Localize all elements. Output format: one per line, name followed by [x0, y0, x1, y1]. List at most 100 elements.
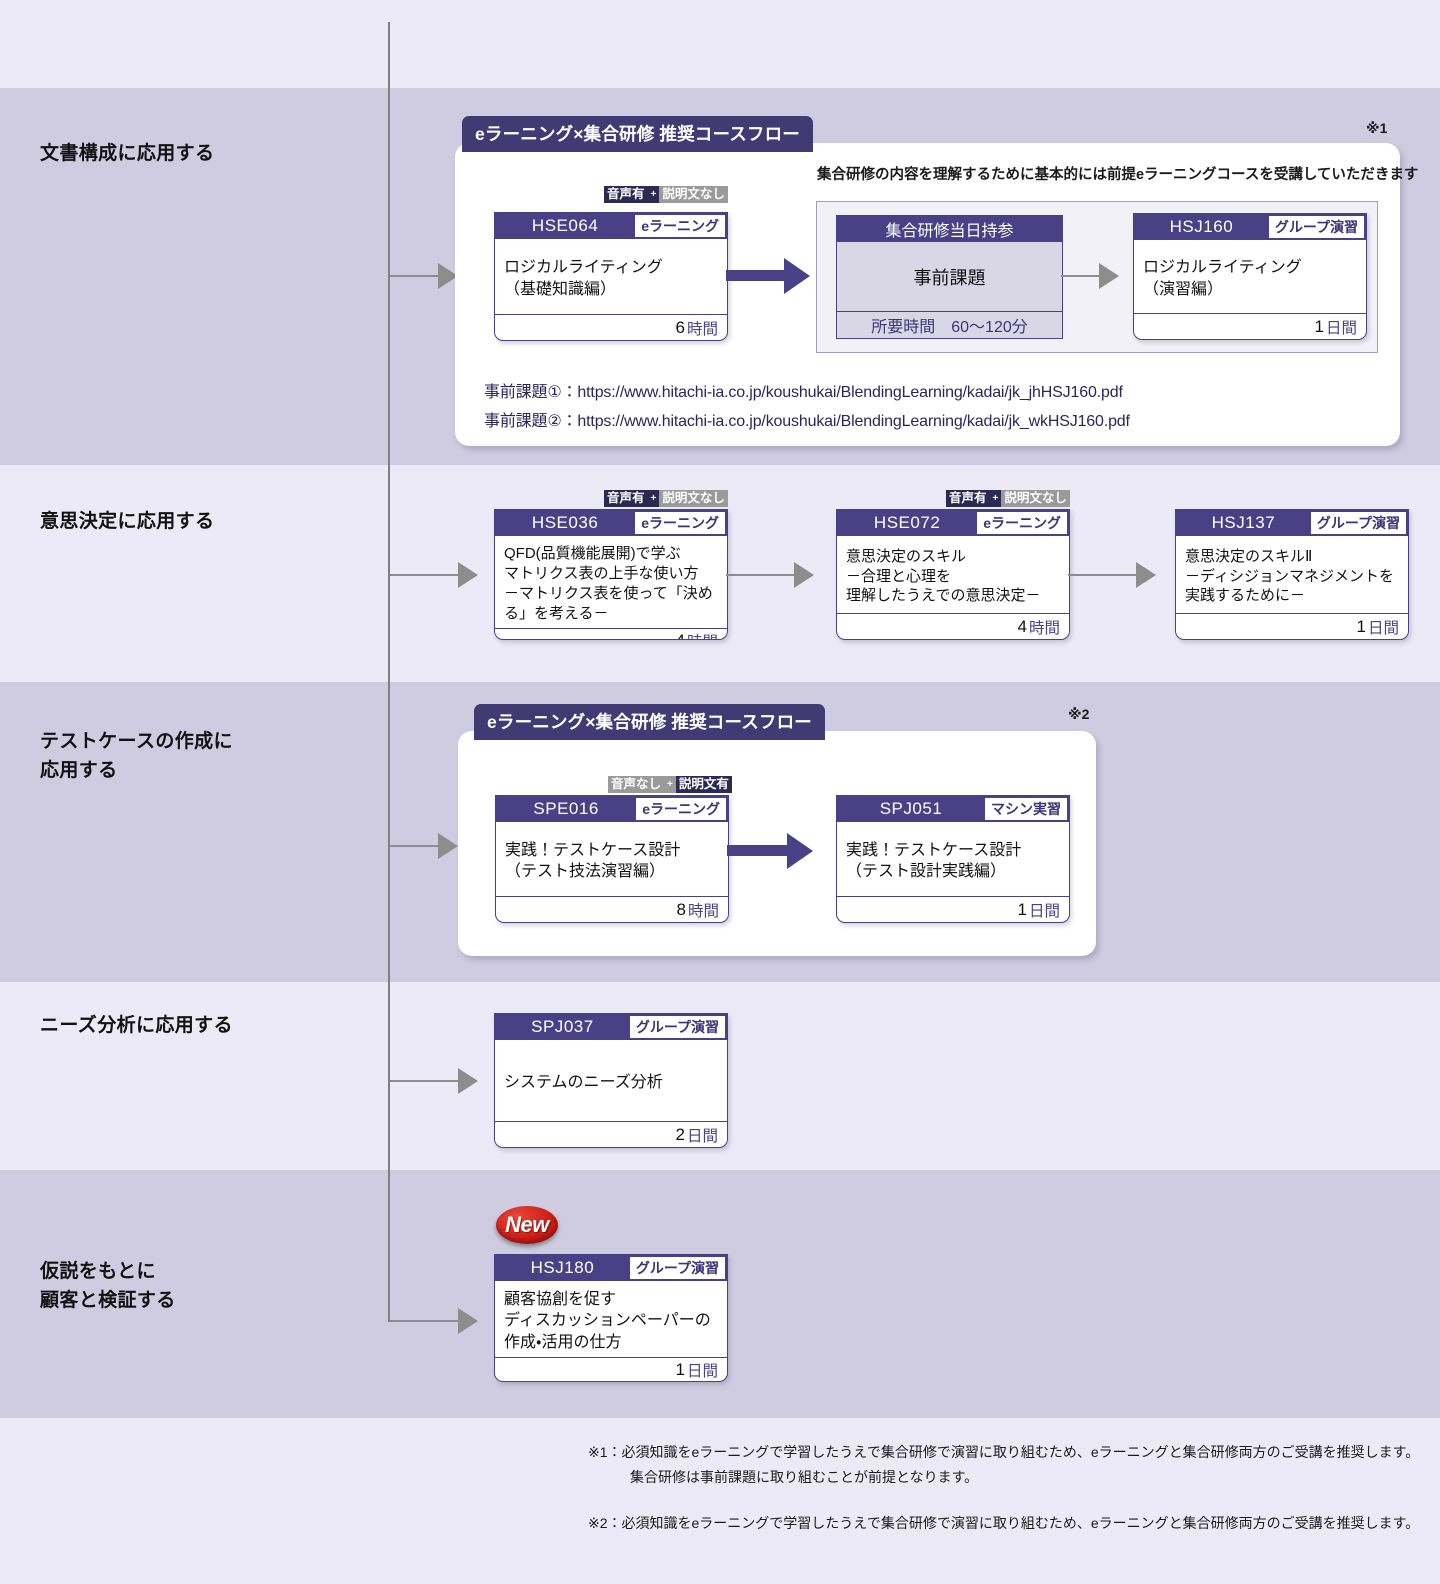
assignment-duration: 所要時間 60〜120分 — [837, 311, 1062, 338]
connector-arrow-row3 — [438, 833, 458, 859]
duration-value: 4 — [1017, 616, 1027, 636]
course-card-hsj180[interactable]: HSJ180 グループ演習 顧客協創を促す ディスカッションペーパーの 作成・活… — [494, 1254, 728, 1382]
audio-tag-on-label: 音声有 — [604, 490, 648, 507]
card-header: HSJ137 グループ演習 — [1176, 510, 1408, 536]
course-code: HSE072 — [873, 512, 941, 532]
course-card-spj037[interactable]: SPJ037 グループ演習 システムのニーズ分析 2 日間 — [494, 1013, 728, 1148]
course-card-hse036[interactable]: HSE036 eラーニング QFD(品質機能展開)で学ぶ マトリクス表の上手な使… — [494, 509, 728, 640]
course-duration: 8 時間 — [496, 896, 728, 922]
footnote-2: ※2：必須知識をeラーニングで学習したうえで集合研修で演習に取り組むため、eラー… — [588, 1515, 1420, 1531]
connector-line-row2 — [390, 574, 460, 576]
duration-value: 6 — [675, 317, 685, 337]
audio-tag-on-label: 音声有 — [946, 490, 990, 507]
course-duration: 6 時間 — [495, 314, 727, 340]
duration-value: 1 — [1017, 899, 1027, 919]
audio-tag-hse036: 音声有 + 説明文なし — [604, 490, 728, 507]
assignment-url-1[interactable]: 事前課題①：https://www.hitachi-ia.co.jp/koush… — [484, 378, 1123, 402]
duration-value: 2 — [675, 1124, 685, 1144]
duration-unit: 時間 — [687, 902, 719, 920]
course-title: 意思決定のスキル －合理と心理を 理解したうえでの意思決定－ — [846, 547, 1041, 605]
row-label-hypothesis: 仮説をもとに 顧客と検証する — [40, 1261, 176, 1311]
duration-unit: 時間 — [686, 320, 718, 338]
row-label-decision-making: 意思決定に応用する — [40, 511, 215, 532]
connector-line-row3 — [390, 845, 440, 847]
purple-connector-arrow-row1 — [784, 258, 810, 294]
audio-tag-off-label: 説明文なし — [1001, 490, 1070, 507]
duration-unit: 日間 — [686, 1127, 718, 1145]
course-type-badge: グループ演習 — [1310, 512, 1406, 534]
course-code: HSE036 — [531, 512, 599, 532]
course-type-badge: グループ演習 — [629, 1016, 725, 1038]
connector-line-row4 — [390, 1080, 460, 1082]
duration-unit: 日間 — [1028, 902, 1060, 920]
assignment-url-2[interactable]: 事前課題②：https://www.hitachi-ia.co.jp/koush… — [484, 407, 1130, 431]
course-code: HSE064 — [531, 215, 599, 235]
new-badge: New — [496, 1206, 558, 1244]
assignment-title: 事前課題 — [913, 267, 986, 288]
duration-value: 1 — [675, 1360, 685, 1380]
course-flow-diagram: 文書構成に応用する 意思決定に応用する テストケースの作成に 応用する ニーズ分… — [0, 0, 1440, 1584]
connector-arrow-row2 — [458, 562, 478, 588]
course-card-spe016[interactable]: SPE016 eラーニング 実践！テストケース設計 （テスト技法演習編） 8 時… — [495, 795, 729, 923]
flow-note-row1: 集合研修の内容を理解するために基本的には前提eラーニングコースを受講していただき… — [817, 167, 1419, 183]
audio-tag-plus: + — [647, 186, 660, 203]
course-duration: 1 日間 — [837, 896, 1069, 922]
duration-value: 1 — [1314, 316, 1324, 336]
card-header: HSJ160 グループ演習 — [1134, 214, 1366, 240]
asterisk-marker-2: ※2 — [1068, 706, 1090, 722]
course-title: 実践！テストケース設計 （テスト技法演習編） — [505, 841, 681, 880]
row-label-document-structure: 文書構成に応用する — [40, 143, 215, 164]
course-code: SPJ051 — [879, 798, 943, 818]
duration-unit: 日間 — [1367, 619, 1399, 637]
connector-line-hse036-hse072 — [726, 574, 796, 576]
card-header: SPJ037 グループ演習 — [495, 1014, 727, 1040]
duration-unit: 日間 — [1325, 319, 1357, 337]
course-title: 意思決定のスキルⅡ －ディシジョンマネジメントを 実践するために－ — [1185, 547, 1394, 605]
course-type-badge: マシン実習 — [985, 798, 1067, 820]
course-title: ロジカルライティング （演習編） — [1143, 259, 1302, 298]
course-title: 顧客協創を促す ディスカッションペーパーの 作成・活用の仕方 — [504, 1291, 711, 1351]
course-type-badge: eラーニング — [635, 512, 725, 534]
connector-line-row5 — [390, 1320, 460, 1322]
connector-line-hse072-hsj137 — [1068, 574, 1138, 576]
course-card-hsj137[interactable]: HSJ137 グループ演習 意思決定のスキルⅡ －ディシジョンマネジメントを 実… — [1175, 509, 1409, 640]
card-header: SPE016 eラーニング — [496, 796, 728, 822]
flow-tab-row1: eラーニング×集合研修 推奨コースフロー — [462, 116, 813, 152]
course-card-hse072[interactable]: HSE072 eラーニング 意思決定のスキル －合理と心理を 理解したうえでの意… — [836, 509, 1070, 640]
audio-tag-plus: + — [989, 490, 1002, 507]
course-duration: 4 時間 — [495, 627, 727, 639]
asterisk-marker-1: ※1 — [1366, 120, 1388, 136]
audio-tag-plus: + — [664, 776, 676, 793]
purple-connector-arrow-row3 — [787, 833, 813, 869]
course-code: HSJ180 — [530, 1257, 595, 1277]
assignment-header: 集合研修当日持参 — [837, 216, 1062, 242]
audio-tag-off-label: 説明文有 — [675, 776, 732, 793]
duration-unit: 日間 — [686, 1363, 718, 1381]
course-duration: 1 日間 — [1134, 313, 1366, 339]
footnote-1: ※1：必須知識をeラーニングで学習したうえで集合研修で演習に取り組むため、eラー… — [588, 1444, 1420, 1485]
course-card-hsj160[interactable]: HSJ160 グループ演習 ロジカルライティング （演習編） 1 日間 — [1133, 213, 1367, 340]
card-header: HSE072 eラーニング — [837, 510, 1069, 536]
audio-tag-on-label: 音声有 — [604, 186, 648, 203]
course-title: システムのニーズ分析 — [504, 1073, 663, 1091]
course-title: ロジカルライティング （基礎知識編） — [504, 259, 663, 298]
connector-arrow-row4 — [458, 1068, 478, 1094]
course-card-hse064[interactable]: HSE064 eラーニング ロジカルライティング （基礎知識編） 6 時間 — [494, 212, 728, 341]
connector-arrow-row5 — [458, 1308, 478, 1334]
course-code: SPJ037 — [531, 1016, 594, 1036]
course-card-spj051[interactable]: SPJ051 マシン実習 実践！テストケース設計 （テスト設計実践編） 1 日間 — [836, 795, 1070, 923]
duration-value: 4 — [676, 631, 685, 639]
new-badge-label: New — [505, 1212, 549, 1237]
band-top-spacer — [0, 0, 1440, 88]
course-code: HSJ137 — [1211, 512, 1276, 532]
audio-tag-hse064: 音声有 + 説明文なし — [604, 186, 728, 203]
course-title: QFD(品質機能展開)で学ぶ マトリクス表の上手な使い方 －マトリクス表を使って… — [504, 545, 713, 622]
vertical-spine — [388, 22, 390, 1322]
course-code: SPE016 — [533, 798, 599, 818]
card-header: HSE036 eラーニング — [495, 510, 727, 536]
connector-line-row1 — [390, 275, 440, 277]
duration-value: 1 — [1356, 616, 1366, 636]
course-type-badge: グループ演習 — [1268, 216, 1364, 238]
course-type-badge: eラーニング — [636, 798, 726, 820]
assignment-box: 集合研修当日持参 事前課題 所要時間 60〜120分 — [836, 215, 1063, 339]
